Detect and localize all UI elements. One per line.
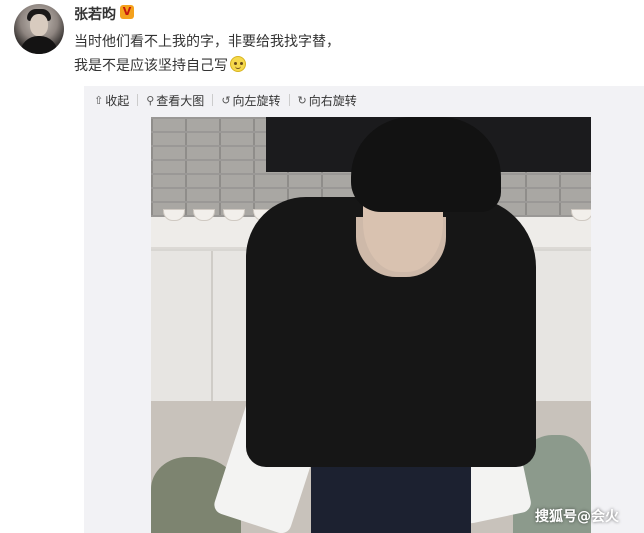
- rotate-right-button[interactable]: ↻ 向右旋转: [298, 92, 357, 109]
- toolbar-divider: [137, 94, 139, 106]
- magnifier-icon: ⚲: [146, 93, 155, 107]
- smile-emoji-icon: [230, 56, 246, 72]
- image-toolbar: ⇧ 收起 ⚲ 查看大图 ↺ 向左旋转 ↻ 向右旋转: [94, 92, 365, 108]
- verified-badge-icon: V: [120, 5, 134, 19]
- rotate-left-button[interactable]: ↺ 向左旋转: [221, 92, 280, 109]
- toolbar-divider: [288, 94, 290, 106]
- username[interactable]: 张若昀: [74, 4, 116, 24]
- view-large-button[interactable]: ⚲ 查看大图: [146, 92, 204, 109]
- post-photo[interactable]: [151, 117, 591, 533]
- post-content: 当时他们看不上我的字，非要给我找字替， 我是不是应该坚持自己写: [74, 30, 340, 78]
- collapse-button[interactable]: ⇧ 收起: [94, 92, 129, 109]
- toolbar-divider: [212, 94, 214, 106]
- rotate-left-icon: ↺: [221, 93, 231, 107]
- post-line-2: 我是不是应该坚持自己写: [74, 54, 340, 78]
- avatar[interactable]: [14, 4, 64, 54]
- watermark: 搜狐号@会火: [535, 509, 619, 525]
- collapse-icon: ⇧: [94, 93, 104, 107]
- rotate-right-icon: ↻: [297, 93, 307, 107]
- post-line-1: 当时他们看不上我的字，非要给我找字替，: [74, 34, 340, 50]
